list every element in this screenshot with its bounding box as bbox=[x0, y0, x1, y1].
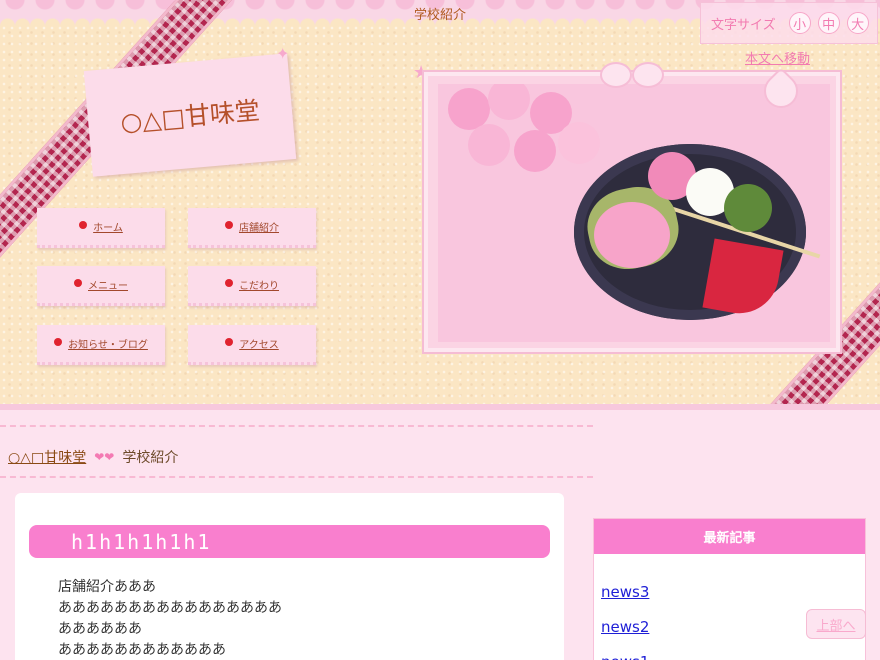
cherry-icon bbox=[74, 278, 82, 287]
breadcrumb-divider-bottom bbox=[0, 476, 593, 478]
breadcrumb-home-link[interactable]: ○△□甘味堂 bbox=[8, 447, 86, 467]
nav-home[interactable]: ホーム bbox=[37, 208, 165, 248]
body-line: ああああああああああああ bbox=[58, 642, 226, 658]
font-size-label: 文字サイズ bbox=[711, 17, 776, 33]
nav-store[interactable]: 店舗紹介 bbox=[188, 208, 316, 248]
skip-to-content-link[interactable]: 本文へ移動 bbox=[745, 48, 810, 67]
ribbon-bow-icon bbox=[600, 60, 664, 88]
font-size-large-button[interactable]: 大 bbox=[846, 12, 869, 34]
font-size-switcher: 文字サイズ 小 中 大 bbox=[700, 2, 878, 44]
cherry-icon bbox=[54, 337, 63, 346]
wagashi-image bbox=[438, 84, 830, 342]
cherry-icon bbox=[225, 220, 233, 229]
content-body: 店舗紹介あああ ああああああああああああああああ ああああああ ああああああああ… bbox=[58, 577, 282, 660]
cherry-icon bbox=[79, 220, 88, 229]
body-line: ああああああああああああああああ bbox=[58, 600, 282, 616]
nav-access[interactable]: アクセス bbox=[188, 325, 316, 365]
nav-store-label[interactable]: 店舗紹介 bbox=[239, 219, 279, 234]
news-link[interactable]: news2 bbox=[601, 618, 649, 636]
body-line: 店舗紹介あああ bbox=[58, 579, 156, 595]
nav-menu[interactable]: メニュー bbox=[37, 266, 165, 306]
cherry-icon bbox=[225, 337, 234, 346]
content-heading: h1h1h1h1h1 bbox=[29, 525, 550, 558]
news-link[interactable]: news1 bbox=[601, 653, 649, 660]
nav-home-label[interactable]: ホーム bbox=[93, 219, 123, 234]
body-line: ああああああ bbox=[58, 621, 142, 637]
nav-menu-label[interactable]: メニュー bbox=[88, 277, 128, 292]
back-to-top-button[interactable]: 上部へ bbox=[806, 609, 866, 639]
nav-commitment-label[interactable]: こだわり bbox=[239, 277, 279, 292]
star-pin-icon: ✦ bbox=[276, 44, 290, 63]
nav-news-blog[interactable]: お知らせ・ブログ bbox=[37, 325, 165, 365]
main-content: h1h1h1h1h1 店舗紹介あああ ああああああああああああああああ ああああ… bbox=[15, 493, 564, 660]
nav-commitment[interactable]: こだわり bbox=[188, 266, 316, 306]
lace-border-bottom bbox=[0, 404, 880, 410]
latest-articles-title: 最新記事 bbox=[594, 519, 865, 554]
font-size-medium-button[interactable]: 中 bbox=[817, 12, 840, 34]
cherry-icon bbox=[225, 278, 233, 287]
breadcrumb: ○△□甘味堂 ❤❤ 学校紹介 bbox=[8, 447, 178, 467]
font-size-small-button[interactable]: 小 bbox=[788, 12, 811, 34]
site-title[interactable]: ○△□甘味堂 bbox=[83, 53, 297, 177]
site-title-text[interactable]: ○△□甘味堂 bbox=[119, 91, 261, 139]
news-link[interactable]: news3 bbox=[601, 583, 649, 601]
breadcrumb-current: 学校紹介 bbox=[122, 450, 179, 466]
heart-separator-icon: ❤❤ bbox=[94, 450, 115, 464]
breadcrumb-divider-top bbox=[0, 425, 593, 427]
nav-access-label[interactable]: アクセス bbox=[239, 336, 279, 351]
hero-photo bbox=[424, 72, 840, 352]
nav-news-blog-label[interactable]: お知らせ・ブログ bbox=[68, 336, 148, 351]
